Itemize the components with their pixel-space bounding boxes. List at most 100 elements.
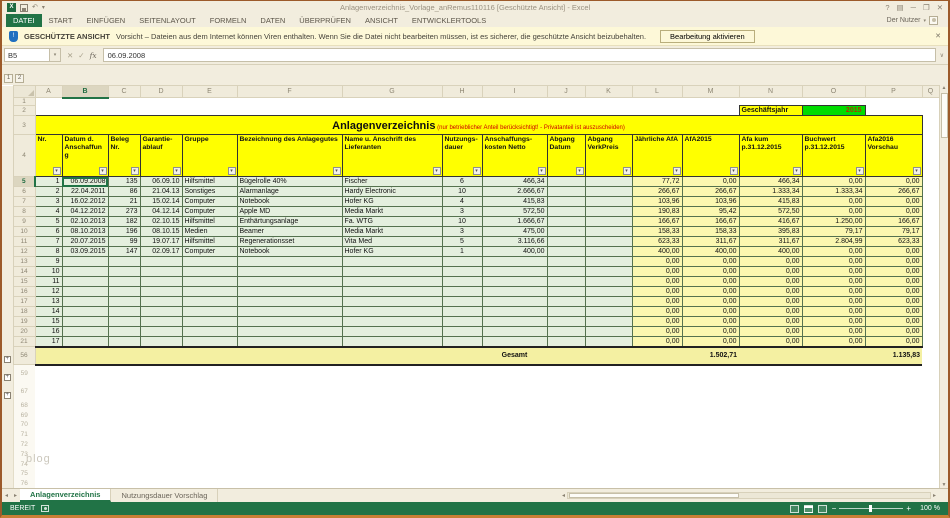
cell[interactable] [35, 98, 939, 106]
column-header-i[interactable]: I [482, 86, 547, 98]
cell-H21[interactable] [442, 337, 482, 347]
cell-G7[interactable]: Hofer KG [342, 197, 442, 207]
cell-M9[interactable]: 166,67 [682, 217, 739, 227]
cell-B14[interactable] [62, 267, 108, 277]
cell-D13[interactable] [140, 257, 182, 267]
cell-A5[interactable]: 1 [35, 177, 62, 187]
cell-G9[interactable]: Fa. WTG [342, 217, 442, 227]
cell-K14[interactable] [585, 267, 632, 277]
cell-I20[interactable] [482, 327, 547, 337]
row-header-12[interactable]: 12 [13, 247, 35, 257]
cell-A8[interactable]: 4 [35, 207, 62, 217]
cell-M8[interactable]: 95,42 [682, 207, 739, 217]
cell-A10[interactable]: 6 [35, 227, 62, 237]
cell-C9[interactable]: 182 [108, 217, 140, 227]
excel-app-icon[interactable]: X [7, 3, 16, 12]
cell-N10[interactable]: 395,83 [739, 227, 802, 237]
cell-C6[interactable]: 86 [108, 187, 140, 197]
horizontal-scrollbar[interactable]: ◂ ▸ [558, 489, 948, 502]
cell-C7[interactable]: 21 [108, 197, 140, 207]
cell-B6[interactable]: 22.04.2011 [62, 187, 108, 197]
sheet-tab-anlagenverzeichnis[interactable]: Anlagenverzeichnis [20, 489, 111, 502]
cell[interactable] [922, 267, 939, 277]
cell-E5[interactable]: Hilfsmittel [182, 177, 237, 187]
cell[interactable] [922, 327, 939, 337]
row-header-59[interactable]: 59 [13, 365, 35, 383]
cell-K19[interactable] [585, 317, 632, 327]
column-header-j[interactable]: J [547, 86, 585, 98]
row-header-72[interactable]: 72 [13, 440, 35, 450]
cell-C20[interactable] [108, 327, 140, 337]
cell[interactable] [922, 307, 939, 317]
cell-O13[interactable]: 0,00 [802, 257, 865, 267]
cell-G6[interactable]: Hardy Electronic [342, 187, 442, 197]
cell-A21[interactable]: 17 [35, 337, 62, 347]
cell-I5[interactable]: 466,34 [482, 177, 547, 187]
cell-A17[interactable]: 13 [35, 297, 62, 307]
cell-M7[interactable]: 103,96 [682, 197, 739, 207]
cell-J15[interactable] [547, 277, 585, 287]
sheet-nav-left-icon[interactable]: ◂ [2, 489, 11, 502]
cell[interactable] [922, 187, 939, 197]
cell-I10[interactable]: 475,00 [482, 227, 547, 237]
cell[interactable] [922, 257, 939, 267]
cancel-entry-icon[interactable]: ✕ [67, 51, 73, 60]
cell-L17[interactable]: 0,00 [632, 297, 682, 307]
close-bar-icon[interactable]: ✕ [935, 32, 941, 40]
cell-F21[interactable] [237, 337, 342, 347]
ribbon-tab-seitenlayout[interactable]: SEITENLAYOUT [132, 14, 203, 27]
row-header-14[interactable]: 14 [13, 267, 35, 277]
user-account[interactable]: Der Nutzer ▾ [887, 14, 948, 27]
row-header-15[interactable]: 15 [13, 277, 35, 287]
cell-I16[interactable] [482, 287, 547, 297]
cell-L14[interactable]: 0,00 [632, 267, 682, 277]
cell-C10[interactable]: 196 [108, 227, 140, 237]
ribbon-display-options-button[interactable]: ▤ [897, 3, 904, 12]
cell-J12[interactable] [547, 247, 585, 257]
filter-dropdown-icon[interactable]: ▾ [473, 167, 481, 175]
cell-F15[interactable] [237, 277, 342, 287]
cell-A20[interactable]: 16 [35, 327, 62, 337]
cell-H11[interactable]: 5 [442, 237, 482, 247]
cell[interactable] [865, 106, 939, 116]
ribbon-tab-formeln[interactable]: FORMELN [203, 14, 254, 27]
zoom-slider[interactable] [839, 508, 903, 509]
cell-E11[interactable]: Hilfsmittel [182, 237, 237, 247]
cell-M21[interactable]: 0,00 [682, 337, 739, 347]
cell[interactable] [35, 469, 939, 479]
row-header-8[interactable]: 8 [13, 207, 35, 217]
cell-M11[interactable]: 311,67 [682, 237, 739, 247]
cell-I6[interactable]: 2.666,67 [482, 187, 547, 197]
column-header-g[interactable]: G [342, 86, 442, 98]
cell-J9[interactable] [547, 217, 585, 227]
filter-dropdown-icon[interactable]: ▾ [623, 167, 631, 175]
cell-F16[interactable] [237, 287, 342, 297]
cell-L8[interactable]: 190,83 [632, 207, 682, 217]
row-header-4[interactable]: 4 [13, 135, 35, 177]
cell-N21[interactable]: 0,00 [739, 337, 802, 347]
cell-N9[interactable]: 416,67 [739, 217, 802, 227]
row-header-17[interactable]: 17 [13, 297, 35, 307]
outline-level-2-button[interactable]: 2 [15, 74, 24, 83]
cell-B5[interactable]: 06.09.2008 [62, 177, 108, 187]
cell-F18[interactable] [237, 307, 342, 317]
cell-J10[interactable] [547, 227, 585, 237]
name-box-dropdown-icon[interactable]: ▾ [50, 48, 61, 62]
cell-O21[interactable]: 0,00 [802, 337, 865, 347]
column-header-e[interactable]: E [182, 86, 237, 98]
cell-D6[interactable]: 21.04.13 [140, 187, 182, 197]
cell-F13[interactable] [237, 257, 342, 267]
cell-A11[interactable]: 7 [35, 237, 62, 247]
cell-E18[interactable] [182, 307, 237, 317]
ribbon-tab-einfügen[interactable]: EINFÜGEN [79, 14, 132, 27]
minimize-button[interactable]: ─ [911, 3, 916, 12]
cell-P6[interactable]: 266,67 [865, 187, 922, 197]
scroll-right-icon[interactable]: ▸ [933, 492, 936, 499]
vertical-scrollbar[interactable]: ▲ ▼ [939, 85, 948, 488]
cell-E12[interactable]: Computer [182, 247, 237, 257]
cell-P13[interactable]: 0,00 [865, 257, 922, 267]
cell-N11[interactable]: 311,67 [739, 237, 802, 247]
cell-L9[interactable]: 166,67 [632, 217, 682, 227]
cell-I18[interactable] [482, 307, 547, 317]
cell-D5[interactable]: 06.09.10 [140, 177, 182, 187]
